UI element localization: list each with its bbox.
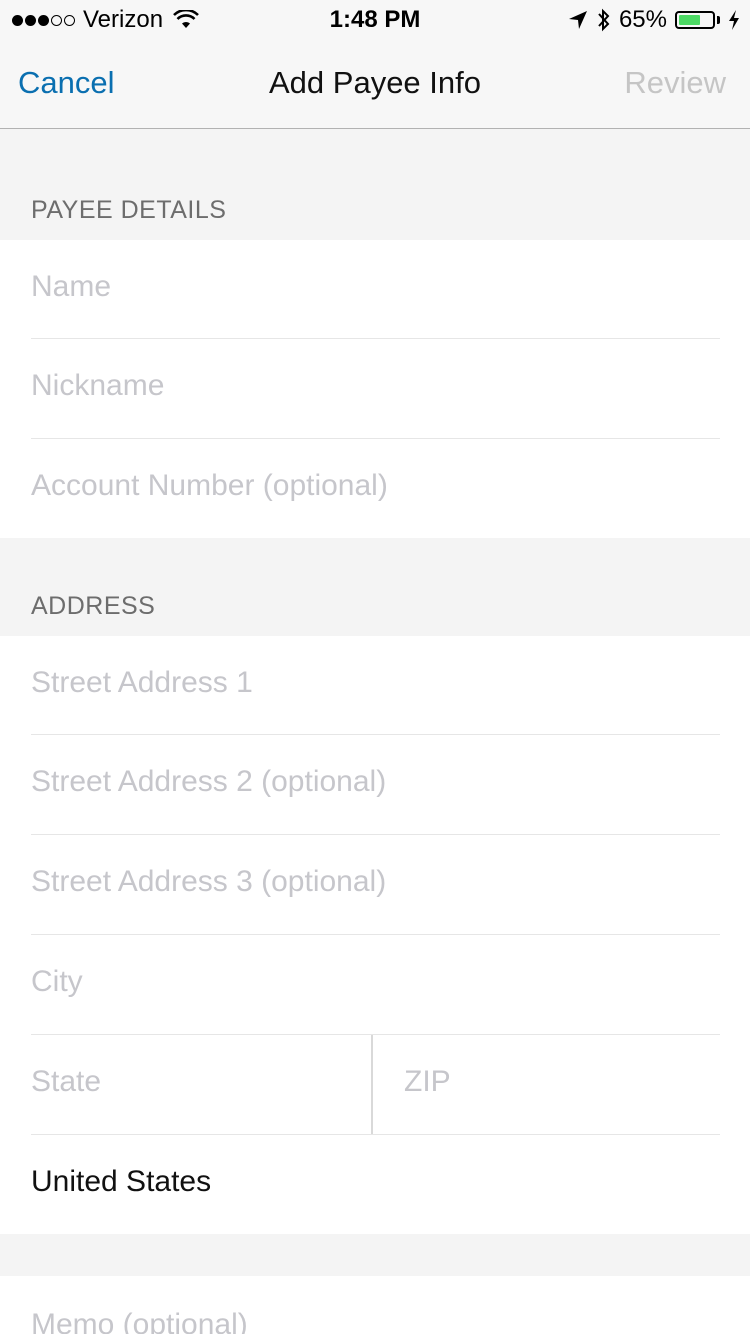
memo-group: Memo (optional): [0, 1276, 750, 1334]
zip-placeholder: ZIP: [404, 1065, 451, 1098]
street-address-1-field[interactable]: Street Address 1: [0, 636, 750, 736]
street-address-2-field[interactable]: Street Address 2 (optional): [0, 735, 750, 835]
battery-tip: [717, 16, 720, 24]
nickname-placeholder: Nickname: [31, 369, 165, 402]
name-placeholder: Name: [31, 270, 112, 303]
account-number-field[interactable]: Account Number (optional): [0, 439, 750, 539]
status-right: 65%: [567, 6, 740, 34]
account-number-placeholder: Account Number (optional): [31, 469, 388, 502]
name-field[interactable]: Name: [0, 240, 750, 340]
zip-field[interactable]: ZIP: [373, 1035, 750, 1135]
memo-placeholder: Memo (optional): [31, 1308, 248, 1334]
country-value: United States: [31, 1165, 212, 1198]
charging-bolt-icon: [729, 10, 739, 30]
memo-field[interactable]: Memo (optional): [0, 1276, 750, 1334]
review-button[interactable]: Review: [624, 65, 726, 101]
country-field[interactable]: United States: [0, 1135, 750, 1235]
street-address-2-placeholder: Street Address 2 (optional): [31, 765, 387, 798]
street-address-3-placeholder: Street Address 3 (optional): [31, 865, 387, 898]
section-header-address: ADDRESS: [31, 592, 156, 620]
state-field[interactable]: State: [0, 1035, 372, 1135]
payee-details-group: Name Nickname Account Number (optional): [0, 240, 750, 538]
street-address-1-placeholder: Street Address 1: [31, 666, 253, 699]
status-bar: Verizon 1:48 PM 65%: [0, 0, 750, 40]
address-group: Street Address 1 Street Address 2 (optio…: [0, 636, 750, 1234]
battery-fill: [679, 15, 700, 25]
nickname-field[interactable]: Nickname: [0, 339, 750, 439]
city-field[interactable]: City: [0, 935, 750, 1035]
state-placeholder: State: [31, 1065, 102, 1098]
battery-percentage: 65%: [618, 6, 667, 33]
location-arrow-icon: [568, 11, 587, 29]
navigation-bar: Cancel Add Payee Info Review: [0, 40, 750, 129]
section-header-payee-details: PAYEE DETAILS: [31, 196, 227, 224]
bluetooth-icon: [598, 8, 610, 32]
city-placeholder: City: [31, 965, 83, 998]
street-address-3-field[interactable]: Street Address 3 (optional): [0, 835, 750, 935]
battery-icon: [675, 11, 715, 29]
